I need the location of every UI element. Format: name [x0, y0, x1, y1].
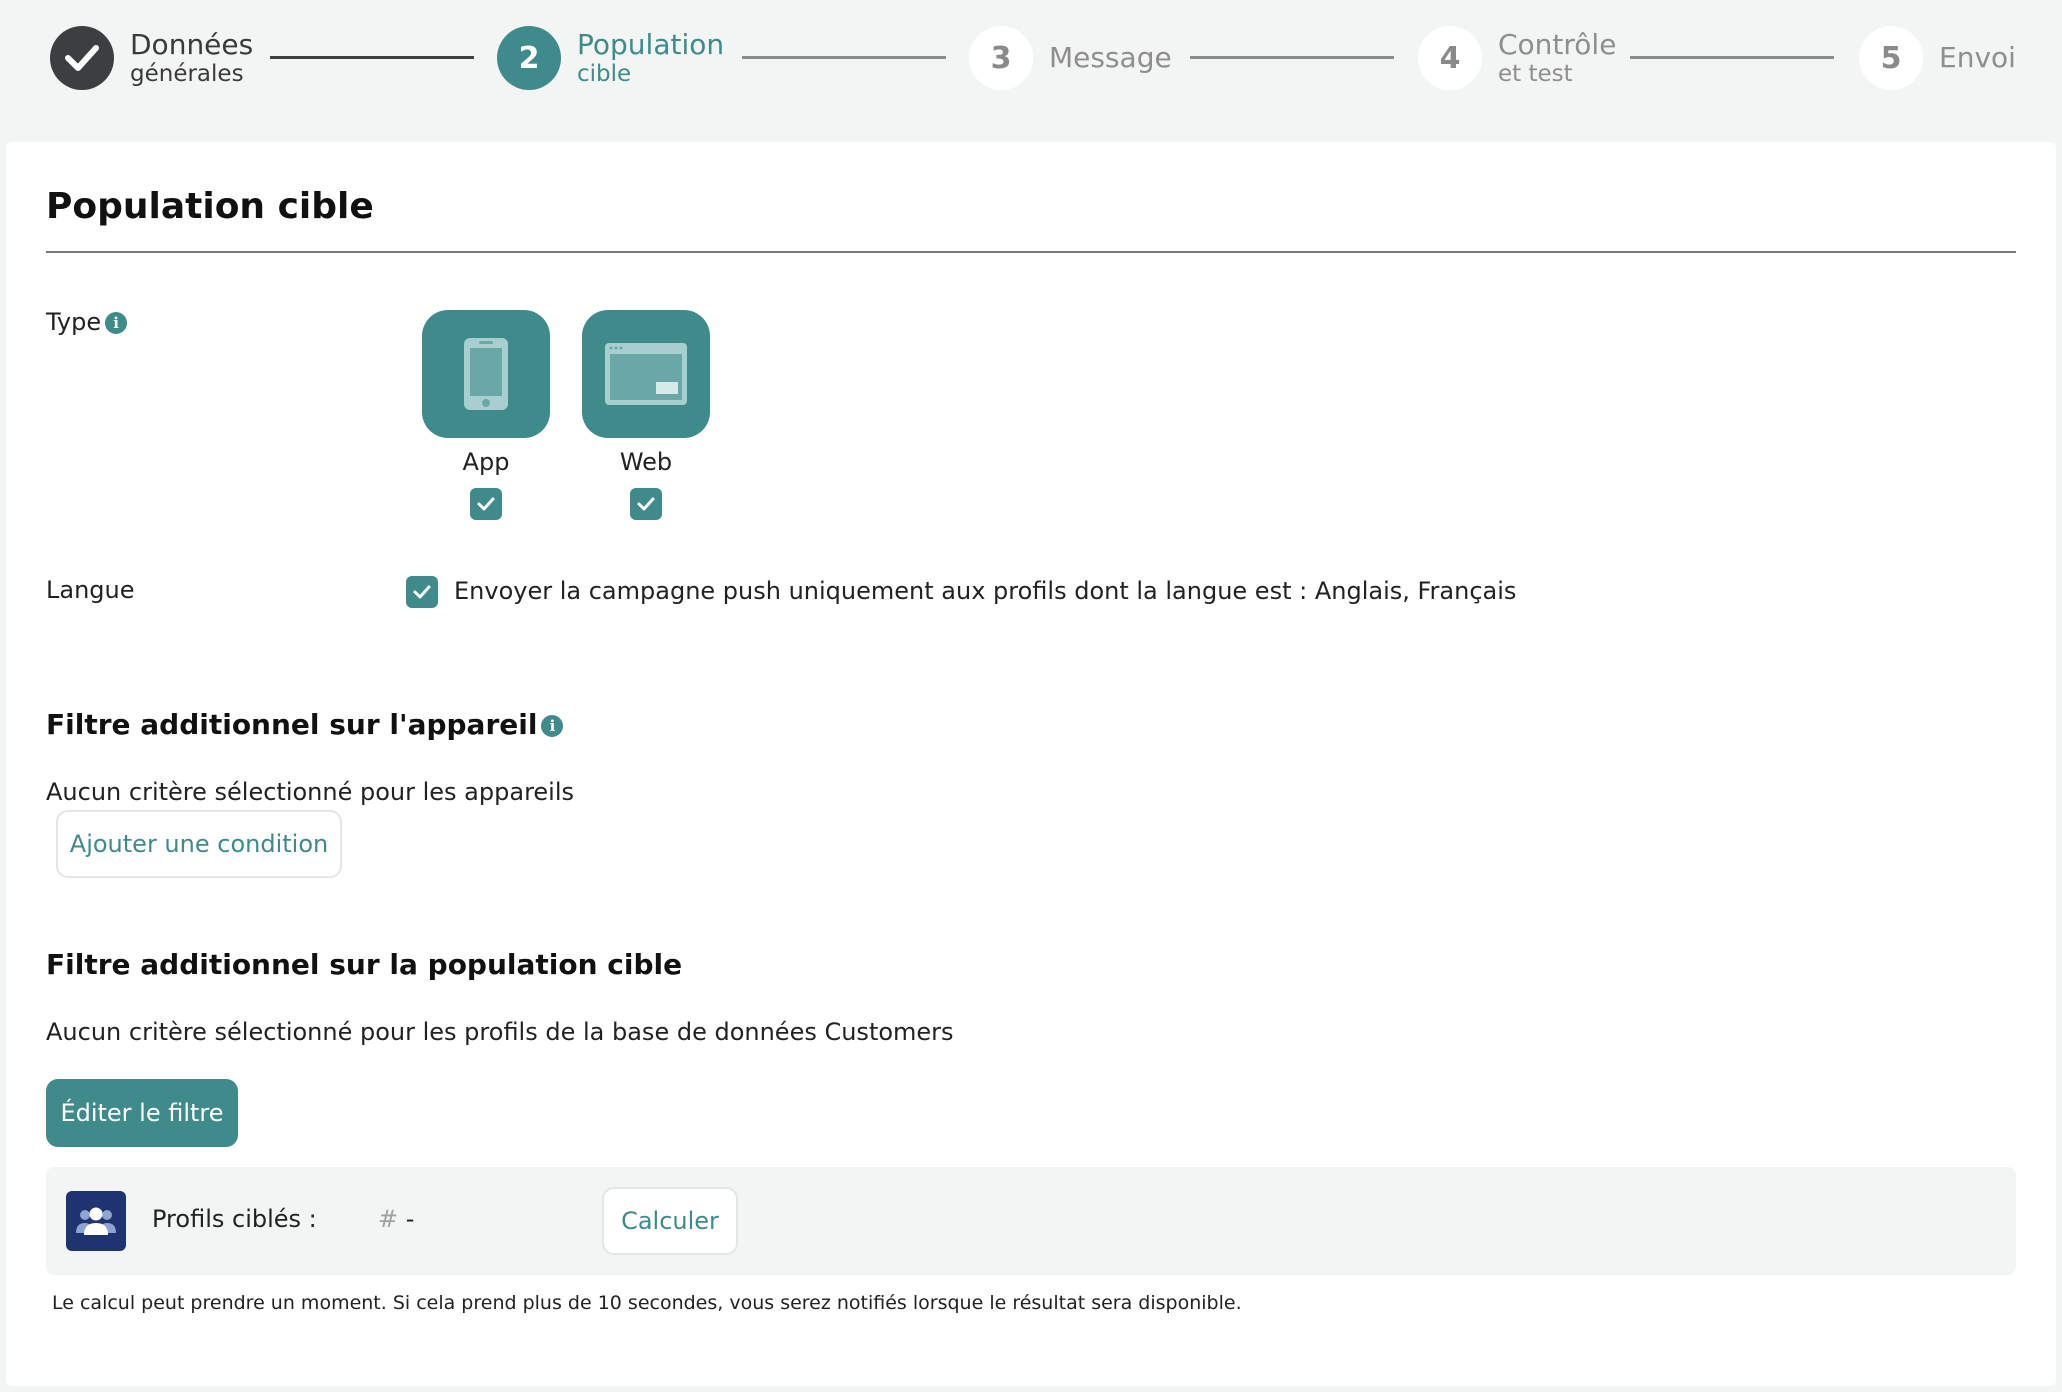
- step-message[interactable]: 3 Message: [969, 26, 1172, 90]
- check-icon: [413, 585, 431, 599]
- type-web-checkbox[interactable]: [630, 488, 662, 520]
- step-title: Population: [577, 27, 725, 61]
- check-icon: [477, 497, 495, 511]
- device-filter-empty-text: Aucun critère sélectionné pour les appar…: [46, 778, 575, 806]
- step-population-cible[interactable]: 2 Population cible: [497, 26, 724, 90]
- targeted-profiles-value-row: # -: [378, 1205, 414, 1233]
- check-icon: [637, 497, 655, 511]
- type-web-label: Web: [619, 448, 673, 476]
- step-title: Contrôle: [1498, 27, 1617, 61]
- population-card: Population cible Type i App Web Langue En…: [6, 142, 2056, 1386]
- hash-symbol: #: [378, 1205, 399, 1233]
- step-title: Envoi: [1939, 40, 2016, 74]
- users-icon: [66, 1191, 126, 1251]
- browser-window-icon: [605, 343, 687, 405]
- info-icon[interactable]: i: [105, 312, 128, 334]
- compute-footnote: Le calcul peut prendre un moment. Si cel…: [52, 1292, 1242, 1314]
- step-number: 4: [1418, 26, 1482, 90]
- check-icon: [50, 26, 114, 90]
- type-label-row: Type i: [46, 308, 128, 336]
- targeted-profiles-label: Profils ciblés :: [152, 1205, 317, 1233]
- type-app-label: App: [462, 448, 510, 476]
- step-subtitle: cible: [577, 60, 632, 87]
- device-filter-title: Filtre additionnel sur l'appareil: [46, 708, 538, 741]
- population-filter-title: Filtre additionnel sur la population cib…: [46, 948, 683, 981]
- step-number: 3: [969, 26, 1033, 90]
- population-filter-empty-text: Aucun critère sélectionné pour les profi…: [46, 1018, 954, 1046]
- stepper-connector-1: [270, 56, 474, 59]
- info-icon[interactable]: i: [541, 715, 564, 737]
- step-subtitle: et test: [1498, 60, 1573, 87]
- compute-button[interactable]: Calculer: [602, 1187, 738, 1255]
- stepper-connector-4: [1630, 56, 1834, 59]
- campaign-stepper: Données générales 2 Population cible 3 M…: [0, 0, 2062, 142]
- stepper-connector-3: [1190, 56, 1394, 59]
- step-number: 2: [497, 26, 561, 90]
- mobile-phone-icon: [464, 338, 508, 410]
- step-title: Données: [130, 27, 254, 61]
- edit-filter-button[interactable]: Éditer le filtre: [46, 1079, 238, 1147]
- page-title: Population cible: [46, 186, 374, 227]
- langue-checkbox[interactable]: [406, 576, 438, 608]
- targeted-profiles-bar: Profils ciblés : # - Calculer: [46, 1167, 2016, 1275]
- type-app-checkbox[interactable]: [470, 488, 502, 520]
- step-number: 5: [1859, 26, 1923, 90]
- device-filter-title-row: Filtre additionnel sur l'appareil i: [46, 708, 564, 741]
- type-web-tile[interactable]: [582, 310, 710, 438]
- step-envoi[interactable]: 5 Envoi: [1859, 26, 2016, 90]
- langue-text: Envoyer la campagne push uniquement aux …: [454, 577, 1517, 605]
- targeted-profiles-value: -: [405, 1205, 415, 1233]
- title-divider: [46, 251, 2016, 253]
- step-subtitle: générales: [130, 60, 244, 87]
- type-app-tile[interactable]: [422, 310, 550, 438]
- add-condition-button[interactable]: Ajouter une condition: [56, 810, 342, 878]
- stepper-connector-2: [742, 56, 946, 59]
- step-title: Message: [1049, 40, 1172, 74]
- step-controle-et-test[interactable]: 4 Contrôle et test: [1418, 26, 1616, 90]
- langue-label: Langue: [46, 576, 135, 604]
- type-label: Type: [46, 308, 102, 336]
- step-donnees-generales[interactable]: Données générales: [50, 26, 253, 90]
